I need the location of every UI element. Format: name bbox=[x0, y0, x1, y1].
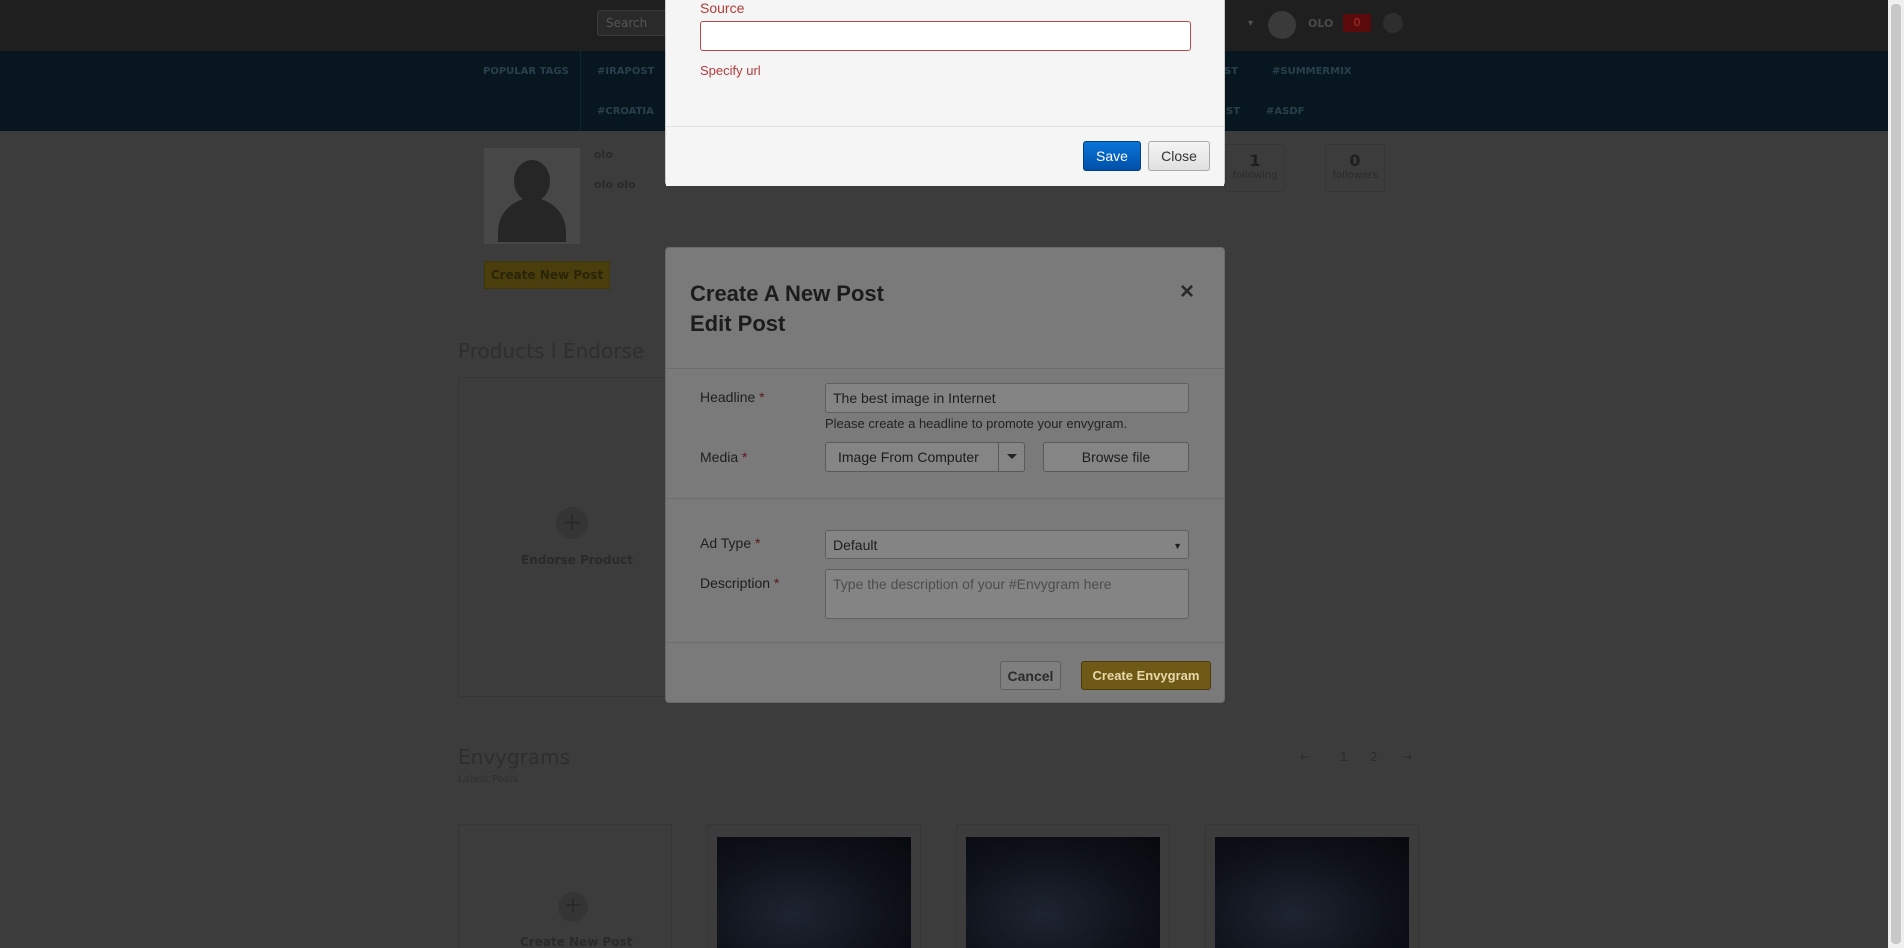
required-mark: * bbox=[755, 535, 761, 551]
tag-link[interactable]: #CROATIA bbox=[597, 106, 654, 117]
ad-type-label-text: Ad Type bbox=[700, 535, 752, 551]
required-mark: * bbox=[742, 449, 748, 465]
description-textarea[interactable]: Type the description of your #Envygram h… bbox=[825, 569, 1189, 619]
chevron-down-icon: ▼ bbox=[1173, 541, 1182, 551]
envygram-tile[interactable] bbox=[707, 824, 921, 948]
cancel-button[interactable]: Cancel bbox=[1000, 661, 1061, 690]
user-name[interactable]: OLO bbox=[1308, 17, 1333, 30]
pager-prev[interactable]: ← bbox=[1300, 750, 1310, 764]
dropdown-divider bbox=[998, 443, 999, 471]
tag-link[interactable]: #ASDF bbox=[1266, 106, 1304, 117]
description-label: Description * bbox=[700, 575, 779, 591]
add-envygram-label[interactable]: Create New Post bbox=[520, 935, 632, 948]
profile-avatar bbox=[484, 148, 580, 244]
ad-type-label: Ad Type * bbox=[700, 535, 760, 551]
envygram-tile[interactable] bbox=[1205, 824, 1419, 948]
chevron-down-icon[interactable]: ▾ bbox=[1248, 18, 1253, 29]
source-url-input[interactable] bbox=[700, 21, 1191, 51]
plus-icon[interactable]: + bbox=[558, 892, 588, 922]
envygrams-subtitle: Latest Posts bbox=[458, 774, 519, 785]
plus-icon[interactable]: + bbox=[556, 507, 588, 539]
media-label: Media * bbox=[700, 449, 747, 465]
followers-stat[interactable]: 0 followers bbox=[1325, 144, 1385, 192]
envygrams-title: Envygrams bbox=[458, 745, 571, 769]
envygram-image[interactable] bbox=[966, 837, 1160, 948]
tags-divider bbox=[580, 51, 581, 131]
pager-next[interactable]: → bbox=[1402, 750, 1412, 764]
products-title: Products I Endorse bbox=[458, 339, 645, 363]
avatar-body-shape bbox=[498, 198, 566, 242]
modal-title: Create A New Post Edit Post bbox=[690, 279, 884, 339]
modal-title-edit: Edit Post bbox=[690, 311, 786, 336]
endorse-product-label[interactable]: Endorse Product bbox=[521, 553, 633, 567]
tag-link-partial[interactable]: ST bbox=[1224, 66, 1238, 77]
followers-count: 0 bbox=[1349, 151, 1361, 170]
profile-username: olo bbox=[594, 148, 613, 161]
create-envygram-button[interactable]: Create Envygram bbox=[1081, 661, 1211, 690]
tag-link-partial[interactable]: ST bbox=[1226, 106, 1240, 117]
avatar[interactable] bbox=[1268, 11, 1296, 39]
media-source-dropdown[interactable]: Image From Computer bbox=[825, 442, 1025, 472]
page-scrollbar[interactable] bbox=[1888, 0, 1904, 948]
required-mark: * bbox=[759, 389, 765, 405]
save-button[interactable]: Save bbox=[1083, 141, 1141, 171]
gear-icon[interactable] bbox=[1383, 13, 1403, 33]
headline-label: Headline * bbox=[700, 389, 765, 405]
media-label-text: Media bbox=[700, 449, 739, 465]
media-source-value: Image From Computer bbox=[838, 449, 979, 465]
ad-type-value: Default bbox=[833, 537, 878, 553]
popular-tags-label: POPULAR TAGS bbox=[483, 66, 569, 77]
followers-label: followers bbox=[1332, 170, 1378, 181]
modal-header-divider bbox=[666, 368, 1224, 369]
browse-file-button[interactable]: Browse file bbox=[1043, 442, 1189, 472]
pager-page[interactable]: 2 bbox=[1370, 750, 1378, 764]
modal-section-divider bbox=[666, 498, 1224, 499]
create-post-modal: Create A New Post Edit Post × Headline *… bbox=[665, 247, 1225, 703]
source-label: Source bbox=[700, 0, 745, 16]
chevron-down-icon[interactable] bbox=[1007, 454, 1017, 459]
scrollbar-thumb[interactable] bbox=[1891, 4, 1901, 944]
tag-link[interactable]: #SUMMERMIX bbox=[1272, 66, 1352, 77]
modal-footer-divider bbox=[666, 642, 1224, 643]
profile-fullname: olo olo bbox=[594, 178, 636, 191]
close-button[interactable]: Close bbox=[1148, 141, 1210, 171]
tag-link[interactable]: #IRAPOST bbox=[597, 66, 654, 77]
envygram-image[interactable] bbox=[1215, 837, 1409, 948]
description-label-text: Description bbox=[700, 575, 771, 591]
close-icon[interactable]: × bbox=[1180, 278, 1194, 306]
source-url-modal: Source Specify url Save Close bbox=[665, 0, 1225, 186]
create-post-button[interactable]: Create New Post bbox=[484, 261, 610, 289]
envygram-image[interactable] bbox=[717, 837, 911, 948]
avatar-head-shape bbox=[514, 160, 550, 202]
notification-badge[interactable]: 0 bbox=[1343, 14, 1371, 32]
headline-label-text: Headline bbox=[700, 389, 756, 405]
ad-type-select[interactable]: Default ▼ bbox=[825, 530, 1189, 559]
following-count: 1 bbox=[1249, 151, 1261, 170]
source-error-message: Specify url bbox=[700, 63, 761, 78]
following-stat[interactable]: 1 following bbox=[1225, 144, 1285, 192]
following-label: following bbox=[1232, 170, 1278, 181]
modal-title-create: Create A New Post bbox=[690, 281, 884, 306]
headline-input[interactable]: The best image in Internet bbox=[825, 383, 1189, 413]
headline-help-text: Please create a headline to promote your… bbox=[825, 416, 1128, 431]
required-mark: * bbox=[773, 575, 780, 591]
pager-page[interactable]: 1 bbox=[1340, 750, 1348, 764]
add-envygram-tile[interactable] bbox=[458, 824, 672, 948]
envygram-tile[interactable] bbox=[956, 824, 1170, 948]
